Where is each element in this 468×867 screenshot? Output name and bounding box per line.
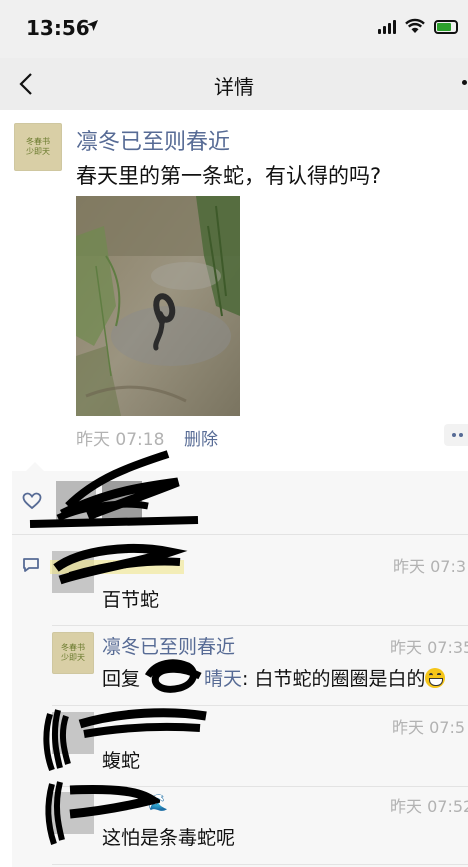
divider [52,786,468,787]
liker-avatar[interactable] [102,481,142,521]
grinning-face-emoji [425,668,446,688]
cellular-signal-icon [378,18,396,34]
comment-time: 昨天 07:5 [392,718,466,737]
liker-avatar[interactable] [56,481,96,521]
commenter-avatar[interactable] [52,792,94,834]
panel-pointer [26,462,44,471]
divider [52,705,468,706]
comment-text: : 白节蛇的圈圈是白的 [242,668,426,690]
page-title: 详情 [214,75,254,99]
more-dots-icon[interactable] [444,424,468,446]
post-photo[interactable] [76,196,240,416]
avatar[interactable]: 冬春书 少即天 [52,632,94,674]
avatar[interactable]: 冬春书 少即天 [14,123,62,171]
wifi-icon [405,18,425,33]
comment-time: 昨天 07:52 [390,797,468,816]
more-dots-icon[interactable] [452,72,468,94]
delete-link[interactable]: 删除 [184,425,218,450]
comment-time: 昨天 07:35 [390,638,468,657]
wave-emoji: 🌊 [148,793,168,812]
snake-photo-image [76,196,240,416]
battery-charging-icon [434,20,458,34]
comment-text: 蝮蛇 [102,750,141,772]
post-author-name[interactable]: 凛冬已至则春近 [76,124,230,156]
status-icons [378,18,458,34]
comment-reply-text: 回复 晴天: 白节蛇的圈圈是白的 [102,664,446,691]
divider [52,625,468,626]
comment-text: 这怕是条毒蛇呢 [102,827,236,849]
divider [52,864,468,865]
status-bar: 13:56 [0,0,468,58]
reply-target-name[interactable]: 晴天 [204,668,242,690]
reply-label: 回复 [102,668,141,690]
post-time: 昨天 07:18 [76,430,165,450]
comment-author[interactable]: 凛冬已至则春近 [102,632,235,659]
location-arrow-icon [86,19,99,36]
status-time: 13:56 [26,16,90,40]
comment-time: 昨天 07:3 [393,557,467,576]
post-text: 春天里的第一条蛇，有认得的吗? [76,164,382,188]
commenter-avatar[interactable] [52,551,94,593]
commenter-avatar[interactable] [52,712,94,754]
heart-icon [22,492,42,510]
divider [12,534,468,535]
nav-bar: 详情 [0,58,468,110]
comment-text: 百节蛇 [102,589,160,611]
comment-bubble-icon [23,558,39,572]
